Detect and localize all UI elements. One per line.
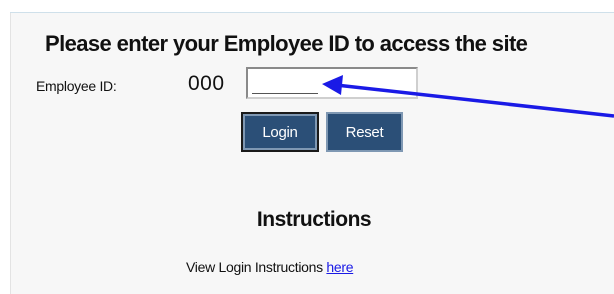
instructions-text: View Login Instructions: [186, 259, 327, 275]
login-button[interactable]: Login: [241, 112, 319, 152]
employee-id-prefix: 000: [188, 72, 225, 95]
employee-id-input-underline: [252, 93, 318, 94]
instructions-link[interactable]: here: [326, 259, 353, 275]
instructions-line: View Login Instructions here: [186, 259, 354, 275]
employee-id-input[interactable]: [246, 67, 418, 99]
reset-button[interactable]: Reset: [326, 112, 403, 152]
page-heading: Please enter your Employee ID to access …: [45, 31, 528, 56]
instructions-title: Instructions: [256, 208, 372, 231]
employee-id-label: Employee ID:: [36, 78, 117, 94]
